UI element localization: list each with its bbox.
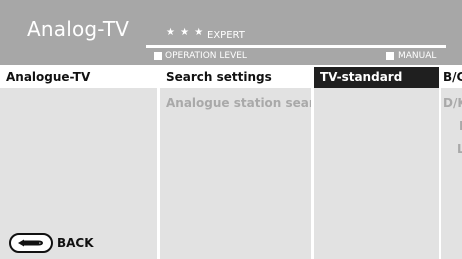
option-dk[interactable]: D/K	[441, 93, 462, 114]
level-stars: ★ ★ ★	[166, 27, 205, 38]
page-title: Analog-TV	[27, 17, 130, 41]
menu-item-search-settings[interactable]: Search settings	[160, 67, 311, 88]
back-label: BACK	[57, 236, 94, 250]
level-divider	[146, 45, 446, 48]
menu-item-analogue-tv[interactable]: Analogue-TV	[0, 67, 157, 88]
operation-level-marker-icon	[154, 52, 162, 60]
menu-column-2: Search settings Analogue station search	[160, 67, 311, 259]
back-arrow-icon	[9, 233, 53, 253]
option-bg[interactable]: B/G	[441, 67, 462, 88]
menu-column-3: TV-standard	[314, 67, 439, 259]
operation-level-label: OPERATION LEVEL	[165, 51, 247, 61]
menu-item-tv-standard[interactable]: TV-standard	[314, 67, 439, 88]
back-button[interactable]: BACK	[9, 233, 94, 253]
menu-item-analogue-station-search[interactable]: Analogue station search	[160, 93, 311, 114]
menu-header: Analog-TV ★ ★ ★ EXPERT OPERATION LEVEL M…	[0, 0, 462, 65]
option-i[interactable]: I	[441, 116, 462, 137]
menu-column-1: Analogue-TV	[0, 67, 157, 259]
operation-level-name: EXPERT	[207, 30, 245, 41]
tv-menu-screen: Analog-TV ★ ★ ★ EXPERT OPERATION LEVEL M…	[0, 0, 462, 259]
manual-marker-icon	[386, 52, 394, 60]
manual-label: MANUAL	[398, 51, 437, 61]
option-l[interactable]: L	[441, 139, 462, 160]
menu-column-4: B/G D/K I L	[441, 67, 462, 259]
